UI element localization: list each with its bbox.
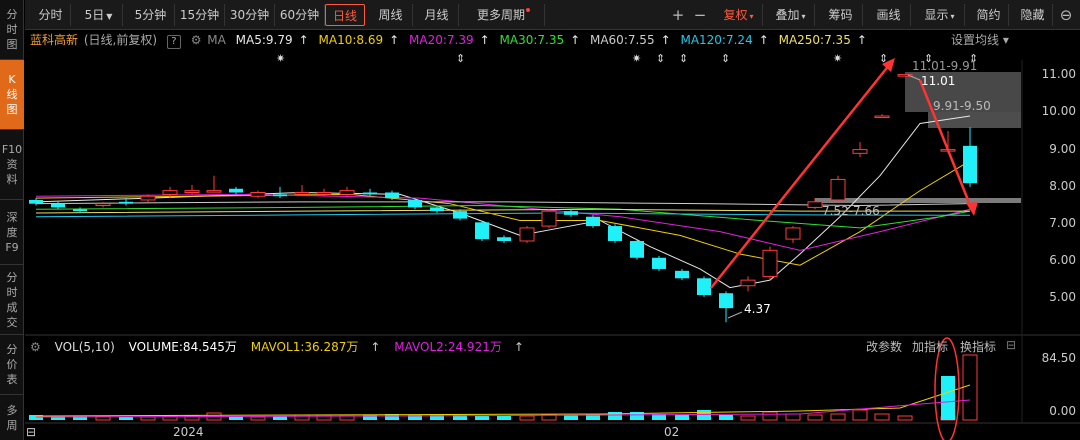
volume-bar bbox=[874, 413, 890, 421]
candle-body bbox=[29, 199, 43, 204]
candle-body bbox=[51, 203, 65, 208]
mavol1-value: MAVOL1:36.287万 ↑ bbox=[251, 340, 381, 354]
candle-body bbox=[316, 191, 332, 195]
volume-bars bbox=[29, 354, 978, 421]
candle-body bbox=[807, 201, 823, 208]
candle-body bbox=[206, 190, 222, 193]
volume-bar bbox=[785, 413, 801, 421]
candle-body bbox=[740, 279, 756, 287]
gear-icon[interactable]: ⚙ bbox=[30, 340, 41, 354]
volume-bar bbox=[564, 415, 578, 420]
candle-body bbox=[140, 195, 156, 201]
volume-bar bbox=[719, 415, 733, 420]
candle-body bbox=[697, 278, 711, 296]
gap-upper-label: 11.01-9.91 bbox=[912, 59, 978, 73]
price-tick: 11.00 bbox=[1041, 67, 1076, 81]
candle-body bbox=[874, 115, 890, 119]
gap-lower-label: 7.52-7.66 bbox=[822, 204, 880, 218]
candle-body bbox=[184, 190, 200, 193]
candle-body bbox=[852, 149, 868, 154]
price-tick: 10.00 bbox=[1041, 104, 1076, 118]
candle-body bbox=[564, 211, 578, 215]
date-tick: 02 bbox=[664, 425, 680, 439]
candle-body bbox=[408, 199, 422, 208]
candle-body bbox=[608, 226, 622, 241]
volume-bar bbox=[675, 415, 689, 420]
vol-value: VOLUME:84.545万 bbox=[128, 340, 237, 354]
volume-tick-top: 84.50 bbox=[1041, 351, 1076, 365]
candle-body bbox=[73, 209, 87, 212]
scroll-left-icon[interactable]: ⊟ bbox=[26, 425, 36, 439]
volume-bar bbox=[830, 413, 846, 421]
gap-middle-label: 9.91-9.50 bbox=[933, 99, 991, 113]
candles bbox=[29, 74, 977, 323]
candle-body bbox=[339, 190, 355, 195]
volume-bar bbox=[740, 415, 756, 421]
price-tick: 5.00 bbox=[1049, 290, 1076, 304]
arrowhead-icon bbox=[966, 202, 978, 216]
candle-body bbox=[363, 192, 377, 195]
candle-body bbox=[119, 201, 133, 204]
candle-body bbox=[519, 227, 535, 242]
candle-body bbox=[830, 178, 846, 201]
candle-body bbox=[963, 145, 977, 184]
candle-body bbox=[95, 203, 111, 207]
volume-legend: ⚙ VOL(5,10) VOLUME:84.545万 MAVOL1:36.287… bbox=[30, 338, 534, 356]
candle-body bbox=[652, 257, 666, 269]
gap-zone-lower bbox=[815, 198, 1021, 203]
candle-body bbox=[675, 270, 689, 279]
candle-body bbox=[497, 237, 511, 241]
switch-indicator-button[interactable]: 换指标 bbox=[960, 338, 996, 355]
price-tick: 9.00 bbox=[1049, 142, 1076, 156]
candle-body bbox=[541, 210, 557, 227]
volume-bar bbox=[962, 354, 978, 421]
mavol2-text: MAVOL2:24.921万 bbox=[394, 340, 502, 354]
candle-body bbox=[229, 188, 243, 193]
candle-body bbox=[430, 207, 444, 212]
volume-bar bbox=[608, 412, 622, 420]
price-tick: 7.00 bbox=[1049, 216, 1076, 230]
high-price-label: 11.01 bbox=[921, 74, 956, 88]
vol-title: VOL(5,10) bbox=[54, 340, 115, 354]
candle-body bbox=[719, 293, 733, 309]
volume-bar bbox=[852, 409, 868, 421]
volume-bar bbox=[519, 415, 535, 421]
price-tick: 8.00 bbox=[1049, 179, 1076, 193]
candle-body bbox=[385, 192, 399, 199]
candle-body bbox=[250, 191, 266, 197]
volume-bar bbox=[497, 416, 511, 420]
low-pointer-line bbox=[727, 311, 743, 319]
candle-body bbox=[785, 227, 801, 240]
candle-body bbox=[294, 191, 310, 195]
low-price-label: 4.37 bbox=[744, 302, 771, 316]
volume-bar bbox=[140, 416, 156, 421]
candle-body bbox=[586, 216, 600, 227]
volume-bar bbox=[807, 414, 823, 421]
add-indicator-button[interactable]: 加指标 bbox=[912, 338, 948, 355]
date-tick: 2024 bbox=[173, 425, 204, 439]
volume-bar bbox=[762, 411, 778, 421]
candle-body bbox=[273, 194, 287, 197]
volume-bar bbox=[294, 414, 310, 421]
mavol2-value: MAVOL2:24.921万 ↑ bbox=[394, 340, 524, 354]
candle-body bbox=[762, 249, 778, 277]
volume-bar bbox=[475, 416, 489, 420]
arrow-up-icon: ↑ bbox=[370, 340, 381, 354]
volume-tick-bottom: 0.00 bbox=[1049, 404, 1076, 418]
candle-body bbox=[162, 190, 178, 195]
uptrend-arrow bbox=[710, 63, 891, 289]
candle-body bbox=[453, 211, 467, 219]
volume-bar bbox=[941, 376, 955, 420]
change-params-button[interactable]: 改参数 bbox=[866, 338, 902, 355]
minimize-icon[interactable]: ⊟ bbox=[1006, 338, 1016, 352]
volume-bar bbox=[119, 417, 133, 420]
mavol1-text: MAVOL1:36.287万 bbox=[250, 340, 359, 354]
arrow-up-icon: ↑ bbox=[513, 340, 524, 354]
candle-body bbox=[475, 222, 489, 240]
price-tick: 6.00 bbox=[1049, 253, 1076, 267]
volume-bar bbox=[897, 415, 913, 421]
volume-bar bbox=[250, 416, 266, 421]
candle-body bbox=[630, 240, 644, 258]
